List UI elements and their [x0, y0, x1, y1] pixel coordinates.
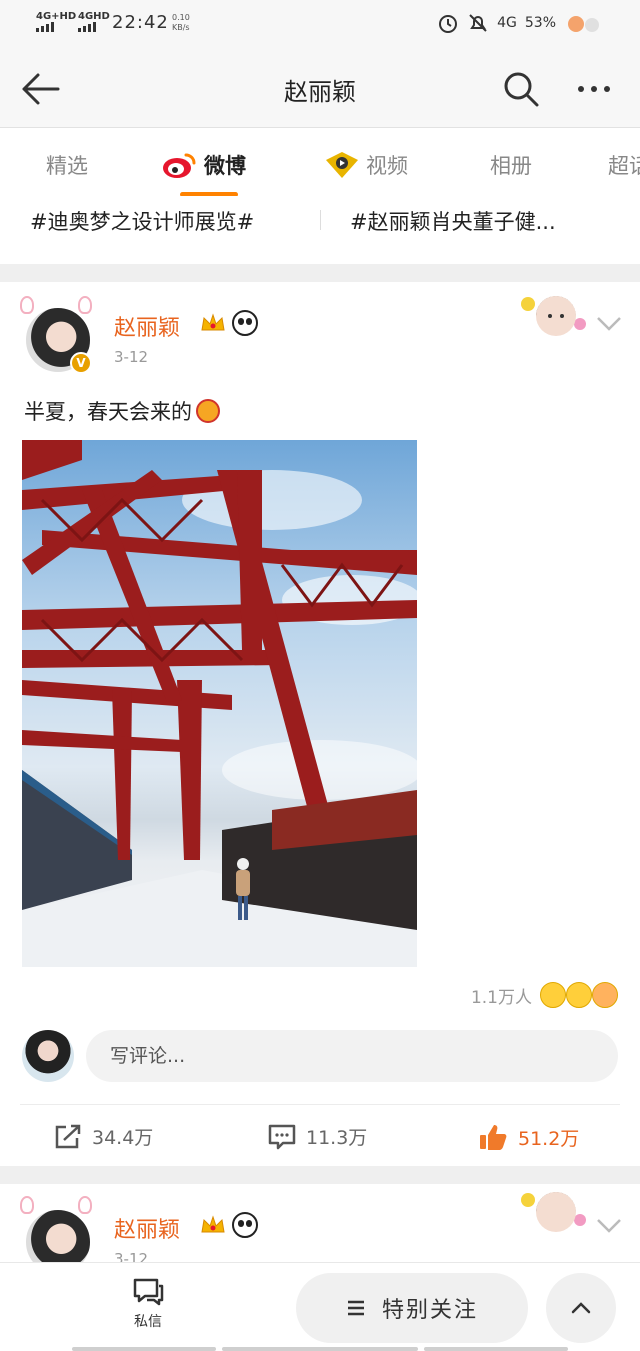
net-speed-unit: KB/s: [172, 23, 190, 32]
verified-badge: V: [70, 352, 92, 374]
laughing-emoji-icon: [566, 982, 592, 1008]
alarm-icon: [439, 15, 458, 33]
chevron-down-icon[interactable]: [596, 1218, 622, 1234]
repost-count: 34.4万: [92, 1127, 154, 1149]
divider: [320, 210, 321, 230]
post-date: 3-12: [114, 1250, 149, 1262]
crane-scene-illustration: [22, 440, 417, 967]
like-count: 51.2万: [518, 1127, 580, 1150]
special-follow-button[interactable]: 特别关注: [296, 1273, 528, 1343]
message-icon: [133, 1278, 164, 1306]
scroll-top-button[interactable]: [546, 1273, 616, 1343]
panda-icon: [232, 1212, 258, 1238]
video-badge-icon: [326, 152, 358, 178]
reaction-summary[interactable]: 1.1万人: [471, 982, 618, 1008]
share-icon: [55, 1124, 81, 1148]
bottom-action-bar: 私信 特别关注: [0, 1262, 640, 1351]
message-label: 私信: [134, 1314, 162, 1330]
author-name[interactable]: 赵丽颖: [114, 1212, 180, 1244]
tab-label: 精选: [46, 154, 88, 178]
mute-bell-icon: [469, 14, 487, 32]
peach-icon: [568, 16, 599, 32]
status-bar: 4G+HD 4GHD 22:42 0.10 KB/s 4G 53%: [0, 0, 640, 50]
tab-label: 相册: [490, 154, 532, 178]
heart-eyes-emoji-icon: [592, 982, 618, 1008]
post-body: 半夏，春天会来的: [24, 400, 192, 424]
home-indicator: [222, 1347, 418, 1351]
comment-input[interactable]: 写评论...: [86, 1030, 618, 1082]
topic-link[interactable]: #迪奥梦之设计师展览#: [30, 206, 312, 236]
menu-icon: [347, 1300, 364, 1316]
thumbs-up-icon: [480, 1125, 507, 1150]
tab-album[interactable]: 相册: [490, 150, 532, 180]
net-speed-value: 0.10: [172, 13, 190, 22]
tab-video[interactable]: 视频: [324, 150, 408, 180]
author-name[interactable]: 赵丽颖: [114, 310, 180, 342]
status-icons: 4G 53%: [437, 12, 604, 34]
network-type-1: 4G+HD: [36, 11, 77, 22]
battery-level: 53%: [524, 15, 556, 31]
repost-button[interactable]: 34.4万: [54, 1123, 153, 1150]
comment-count: 11.3万: [306, 1127, 368, 1149]
reaction-count: 1.1万人: [470, 987, 532, 1008]
topic-link[interactable]: #赵丽颖肖央董子健...: [350, 206, 618, 236]
network-type-3: 4G: [497, 15, 517, 31]
comment-icon: [268, 1124, 296, 1149]
page-title: 赵丽颖: [284, 78, 356, 106]
like-button[interactable]: 51.2万: [478, 1123, 579, 1151]
profile-tabs: 精选 微博 视频 相册 超话: [0, 128, 640, 197]
weibo-logo-icon: [163, 153, 196, 178]
comment-button[interactable]: 11.3万: [268, 1123, 367, 1150]
topic-strip: #迪奥梦之设计师展览# #赵丽颖肖央董子健...: [0, 196, 640, 246]
crown-icon: [201, 313, 225, 331]
tab-weibo[interactable]: 微博: [162, 150, 246, 180]
tab-featured[interactable]: 精选: [46, 150, 88, 180]
nav-bar: 赵丽颖: [0, 50, 640, 128]
follow-label: 特别关注: [381, 1298, 478, 1323]
panda-icon: [232, 310, 258, 336]
tab-label: 微博: [204, 154, 246, 178]
home-indicator: [424, 1347, 568, 1351]
crown-icon: [201, 1215, 225, 1233]
home-indicator: [72, 1347, 216, 1351]
network-type-2: 4GHD: [78, 11, 110, 22]
weibo-post: 赵丽颖 3-12: [0, 1184, 640, 1262]
search-icon[interactable]: [502, 70, 540, 108]
post-date: 3-12: [114, 348, 149, 366]
net-speed: 0.10 KB/s: [172, 13, 190, 33]
chevron-down-icon[interactable]: [596, 316, 622, 332]
avatar[interactable]: [24, 1208, 92, 1262]
lollipop-avatar-decoration-icon: [521, 296, 586, 336]
more-dots-icon[interactable]: [578, 86, 610, 92]
lollipop-avatar-decoration-icon: [521, 1192, 586, 1232]
weibo-post: V 赵丽颖 3-12 半夏，春天会来的 1.1万人 写评论... 34.4万 1…: [0, 282, 640, 1166]
tab-supertopic[interactable]: 超话: [608, 150, 640, 180]
message-button[interactable]: 私信: [118, 1277, 178, 1331]
surprised-emoji-icon: [540, 982, 566, 1008]
section-divider: [0, 264, 640, 282]
tab-label: 视频: [366, 154, 408, 178]
section-divider: [0, 1166, 640, 1184]
post-photo[interactable]: [22, 440, 417, 967]
signal-icon: [36, 22, 54, 32]
post-text: 半夏，春天会来的: [24, 396, 220, 426]
tab-label: 超话: [608, 154, 640, 178]
comment-composer: 写评论...: [0, 1030, 640, 1090]
post-actions: 34.4万 11.3万 51.2万: [20, 1104, 620, 1166]
clock: 22:42: [112, 12, 169, 33]
my-avatar: [22, 1030, 74, 1082]
emoji-icon: [196, 399, 220, 423]
signal-icon: [78, 22, 96, 32]
chevron-up-icon: [571, 1302, 591, 1314]
